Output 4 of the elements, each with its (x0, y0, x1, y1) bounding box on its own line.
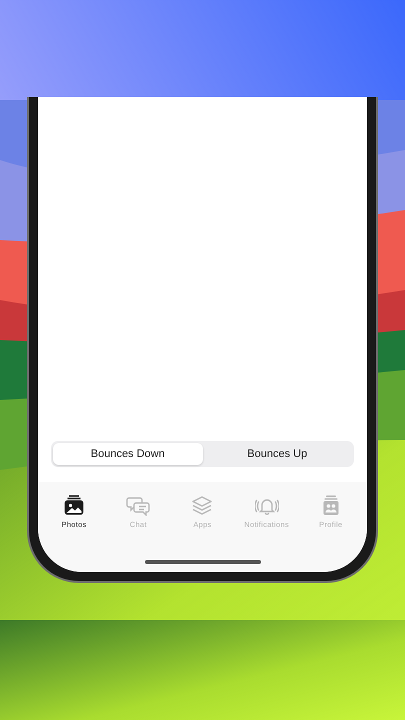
photos-icon (62, 494, 86, 516)
segment[interactable]: Bounces Down (53, 443, 202, 465)
segment[interactable]: Bounces Up (202, 443, 352, 465)
stacked-layers-icon (190, 494, 214, 516)
